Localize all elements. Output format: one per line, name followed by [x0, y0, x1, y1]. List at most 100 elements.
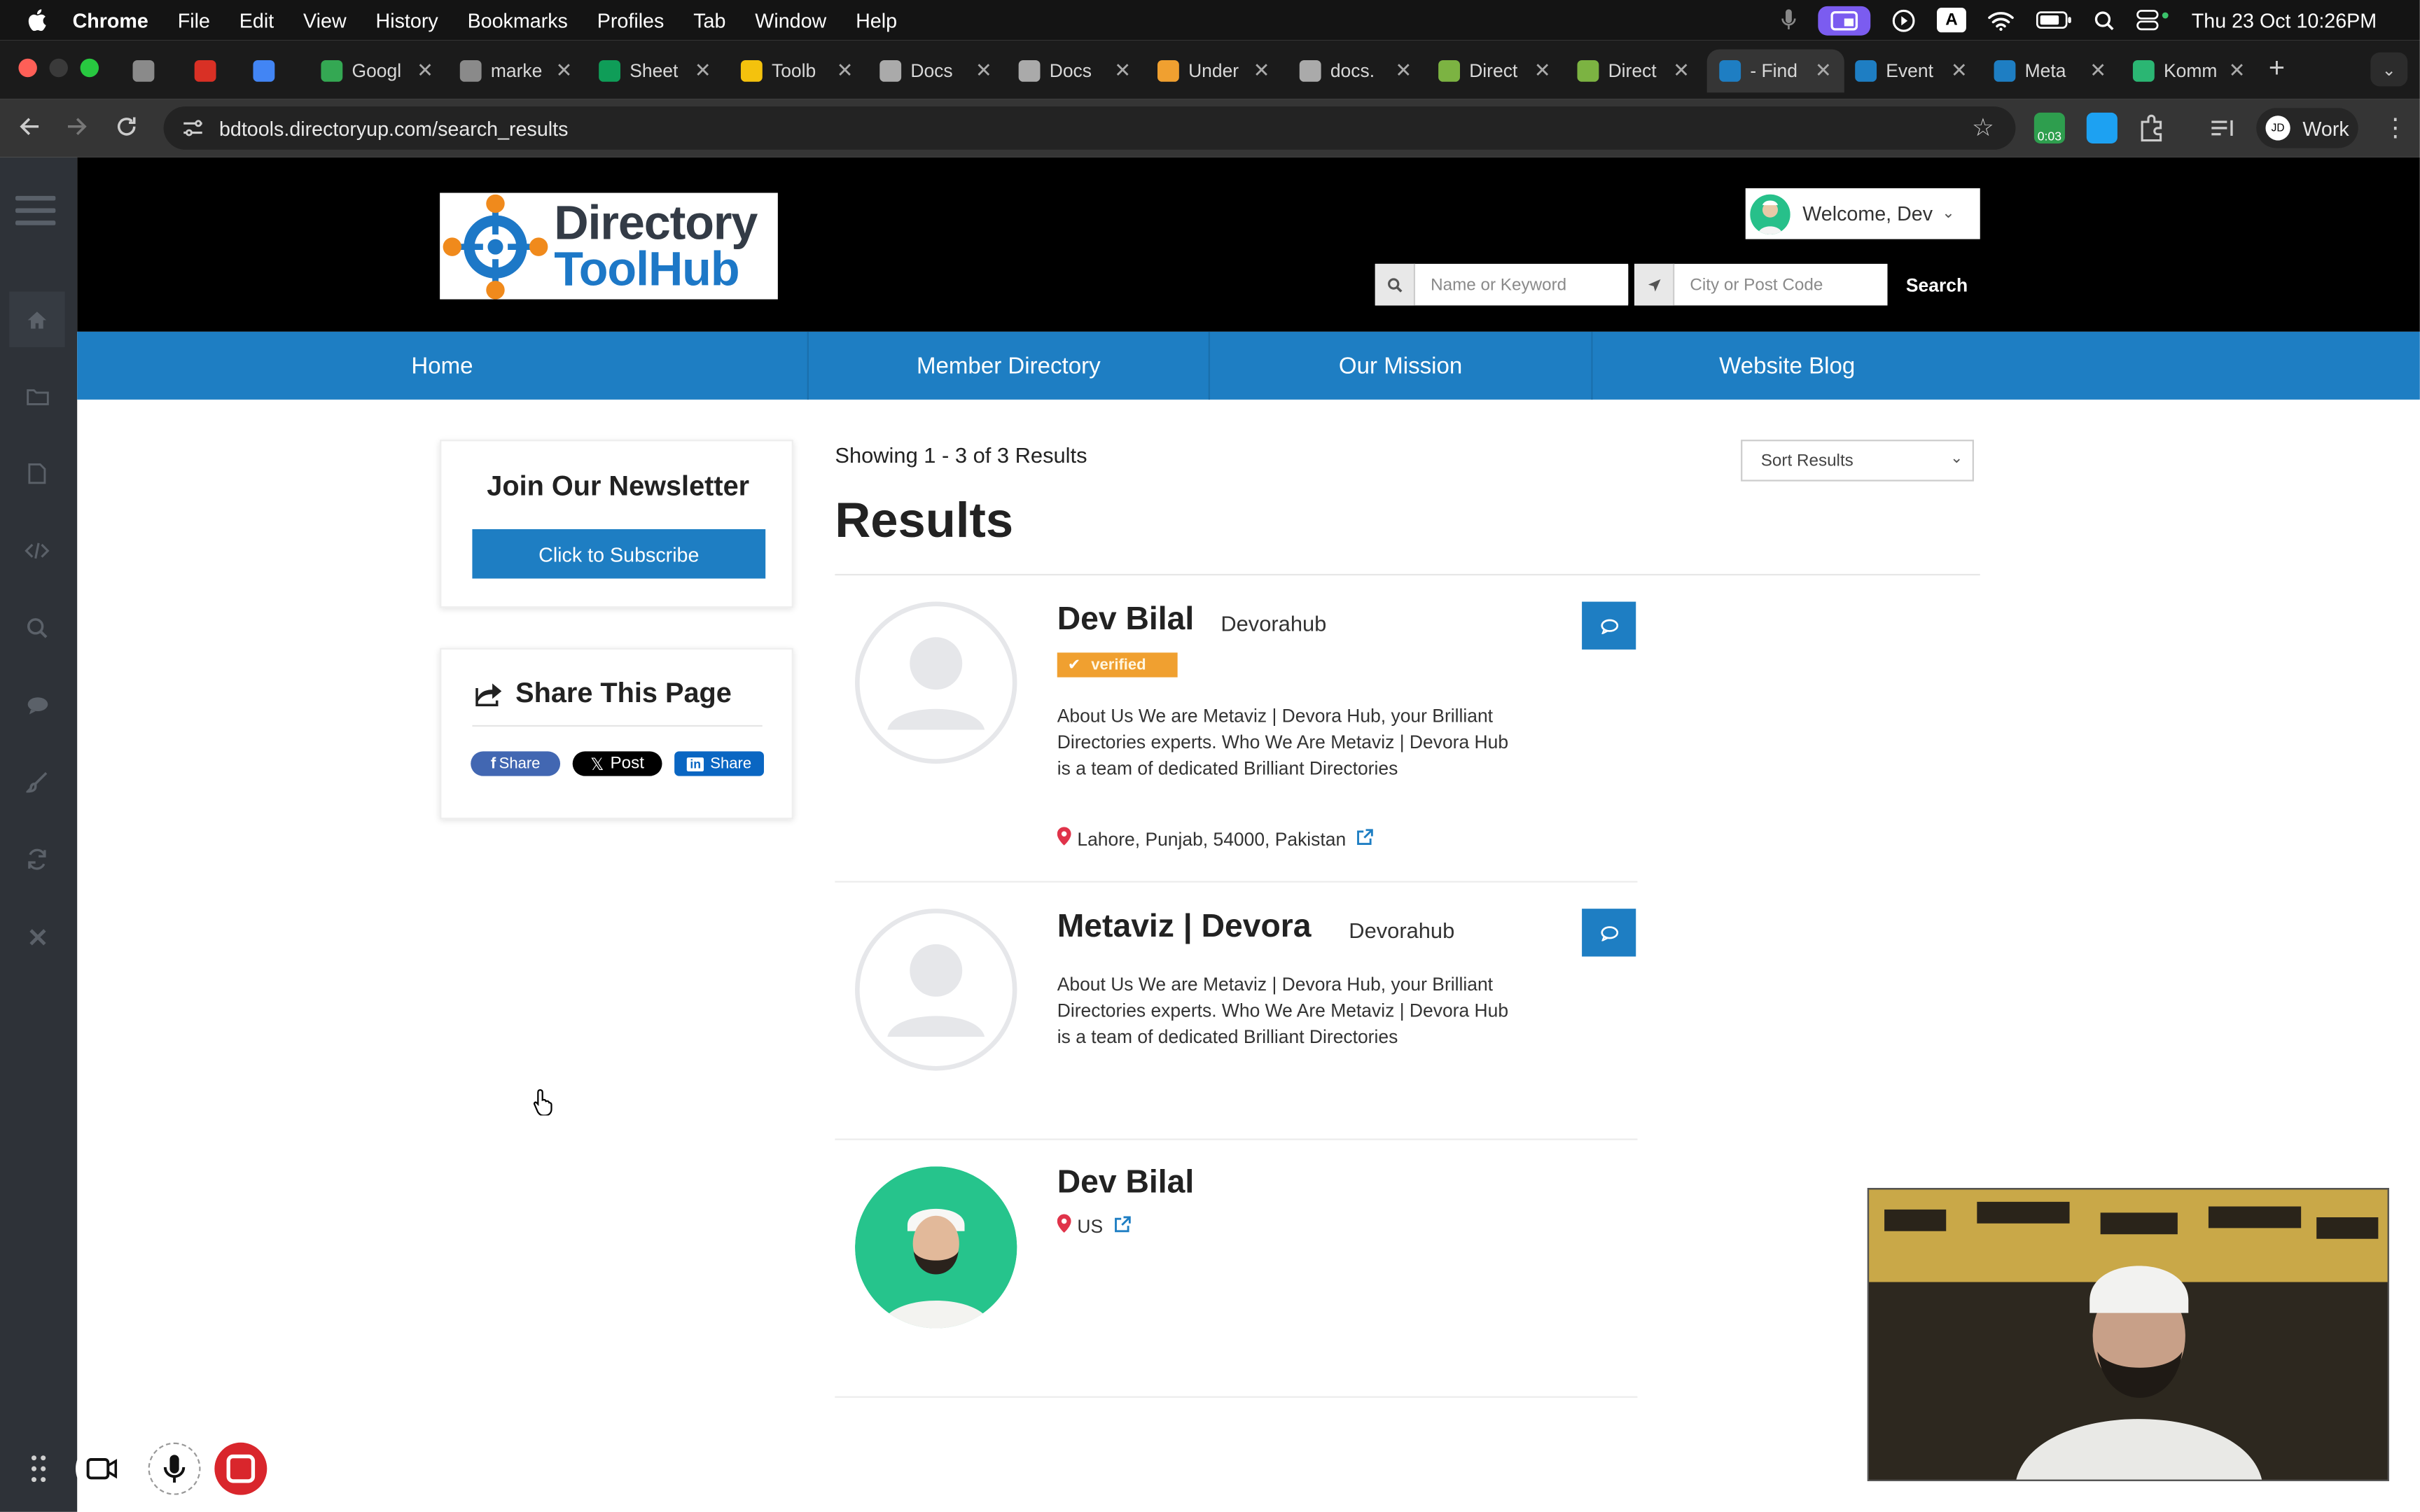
code-icon[interactable]: [9, 523, 64, 578]
tab-close-icon[interactable]: ✕: [555, 59, 572, 83]
microphone-status-icon[interactable]: [1781, 9, 1797, 31]
webcam-overlay[interactable]: [1867, 1188, 2389, 1481]
browser-tab[interactable]: docs. ✕: [1287, 50, 1424, 93]
browser-tab[interactable]: Docs ✕: [1006, 50, 1143, 93]
search-button[interactable]: Search: [1887, 263, 1987, 306]
spotlight-search-icon[interactable]: [2094, 10, 2115, 30]
camera-toggle-button[interactable]: [75, 1442, 128, 1495]
tab-close-icon[interactable]: ✕: [1395, 59, 1412, 83]
tab-close-icon[interactable]: ✕: [695, 59, 711, 83]
browser-tab[interactable]: Googl ✕: [309, 50, 446, 93]
new-tab-button[interactable]: +: [2269, 52, 2285, 85]
tab-search-icon[interactable]: ⌄: [2370, 52, 2408, 87]
play-circle-icon[interactable]: [1892, 8, 1915, 31]
nav-member-directory[interactable]: Member Directory: [809, 331, 1210, 400]
menu-help[interactable]: Help: [856, 8, 897, 31]
clock-datetime[interactable]: Thu 23 Oct 10:26PM: [2192, 8, 2377, 31]
browser-tab[interactable]: Direct ✕: [1426, 50, 1563, 93]
browser-tab[interactable]: Under ✕: [1145, 50, 1282, 93]
folder-icon[interactable]: [9, 369, 64, 424]
input-source-icon[interactable]: A: [1937, 8, 1966, 33]
tab-close-icon[interactable]: ✕: [1253, 59, 1270, 83]
keyword-search-input[interactable]: [1415, 265, 1629, 304]
nav-home[interactable]: Home: [77, 331, 809, 400]
x-post-button[interactable]: 𝕏 Post: [572, 751, 662, 776]
brush-icon[interactable]: [9, 755, 64, 810]
site-logo[interactable]: Directory ToolHub: [440, 192, 778, 300]
wifi-icon[interactable]: [1988, 10, 2014, 30]
home-icon[interactable]: [9, 291, 65, 347]
refresh-icon[interactable]: [9, 832, 64, 887]
subscribe-button[interactable]: Click to Subscribe: [472, 528, 766, 579]
control-center-icon[interactable]: [2136, 9, 2169, 31]
window-minimize-button[interactable]: [49, 58, 68, 78]
tab-close-icon[interactable]: ✕: [1114, 59, 1131, 83]
stop-recording-button[interactable]: [214, 1442, 267, 1495]
extension-play-icon[interactable]: [2086, 112, 2118, 144]
browser-tab[interactable]: Meta ✕: [1982, 50, 2119, 93]
url-text[interactable]: bdtools.directoryup.com/search_results: [219, 116, 568, 139]
browser-tab[interactable]: Toolb ✕: [728, 50, 865, 93]
browser-tab[interactable]: Docs ✕: [868, 50, 1005, 93]
document-icon[interactable]: [9, 446, 64, 501]
battery-icon[interactable]: [2036, 10, 2073, 29]
zoom-search-icon[interactable]: [9, 600, 64, 655]
menu-edit[interactable]: Edit: [239, 8, 274, 31]
close-x-icon[interactable]: [9, 909, 64, 964]
result-3-avatar[interactable]: [855, 1166, 1017, 1329]
microphone-toggle-button[interactable]: [148, 1442, 201, 1495]
hamburger-menu-icon[interactable]: [15, 195, 56, 227]
browser-tab[interactable]: Event ✕: [1843, 50, 1980, 93]
result-2-message-button[interactable]: [1582, 909, 1636, 957]
external-link-icon[interactable]: [1114, 1215, 1131, 1237]
forward-arrow-icon[interactable]: [67, 115, 88, 137]
extension-timer-icon[interactable]: 0:03: [2033, 112, 2065, 144]
result-1-message-button[interactable]: [1582, 601, 1636, 650]
window-zoom-button[interactable]: [80, 58, 99, 78]
menu-history[interactable]: History: [376, 8, 438, 31]
linkedin-share-button[interactable]: in Share: [674, 751, 764, 776]
menu-tab[interactable]: Tab: [693, 8, 725, 31]
address-bar[interactable]: bdtools.directoryup.com/search_results ☆: [163, 106, 2016, 150]
back-arrow-icon[interactable]: [18, 115, 40, 137]
browser-tab[interactable]: [127, 50, 170, 93]
menu-profiles[interactable]: Profiles: [597, 8, 665, 31]
result-3-name[interactable]: Dev Bilal: [1057, 1165, 1195, 1202]
tab-close-icon[interactable]: ✕: [837, 59, 854, 83]
menu-file[interactable]: File: [178, 8, 210, 31]
browser-tab[interactable]: [188, 50, 232, 93]
browser-tab[interactable]: Direct ✕: [1565, 50, 1702, 93]
welcome-user-dropdown[interactable]: Welcome, Dev ⌄: [1745, 188, 1980, 239]
menu-view[interactable]: View: [303, 8, 347, 31]
result-2-name[interactable]: Metaviz | Devora: [1057, 909, 1312, 946]
browser-tab[interactable]: marke ✕: [447, 50, 585, 93]
result-1-avatar[interactable]: [855, 601, 1017, 764]
facebook-share-button[interactable]: f Share: [471, 751, 561, 776]
tab-close-icon[interactable]: ✕: [1534, 59, 1551, 83]
result-1-name[interactable]: Dev Bilal: [1057, 602, 1195, 639]
browser-tab[interactable]: [247, 50, 291, 93]
result-2-avatar[interactable]: [855, 909, 1017, 1071]
browser-tab[interactable]: - Find ✕: [1706, 49, 1844, 93]
site-settings-icon[interactable]: [182, 119, 204, 137]
sort-results-select[interactable]: Sort Results ⌄: [1741, 440, 1974, 482]
recorder-drag-handle[interactable]: [22, 1443, 55, 1495]
tab-close-icon[interactable]: ✕: [2089, 59, 2106, 83]
profile-work-button[interactable]: JD Work: [2256, 108, 2358, 148]
tab-close-icon[interactable]: ✕: [1673, 59, 1690, 83]
tab-close-icon[interactable]: ✕: [1815, 59, 1832, 83]
browser-tab[interactable]: Komm ✕: [2120, 50, 2258, 93]
browser-tab[interactable]: Sheet ✕: [587, 50, 724, 93]
tab-close-icon[interactable]: ✕: [417, 59, 433, 83]
chat-icon[interactable]: [9, 678, 64, 733]
window-close-button[interactable]: [18, 58, 37, 78]
tab-close-icon[interactable]: ✕: [975, 59, 992, 83]
apple-icon[interactable]: [26, 9, 48, 31]
menu-bookmarks[interactable]: Bookmarks: [468, 8, 568, 31]
menu-app-chrome[interactable]: Chrome: [73, 8, 148, 31]
location-search-input[interactable]: [1674, 265, 1888, 304]
screen-share-icon[interactable]: [1818, 5, 1871, 35]
external-link-icon[interactable]: [1357, 827, 1374, 849]
reload-icon[interactable]: [116, 115, 137, 137]
extensions-puzzle-icon[interactable]: [2136, 113, 2167, 144]
